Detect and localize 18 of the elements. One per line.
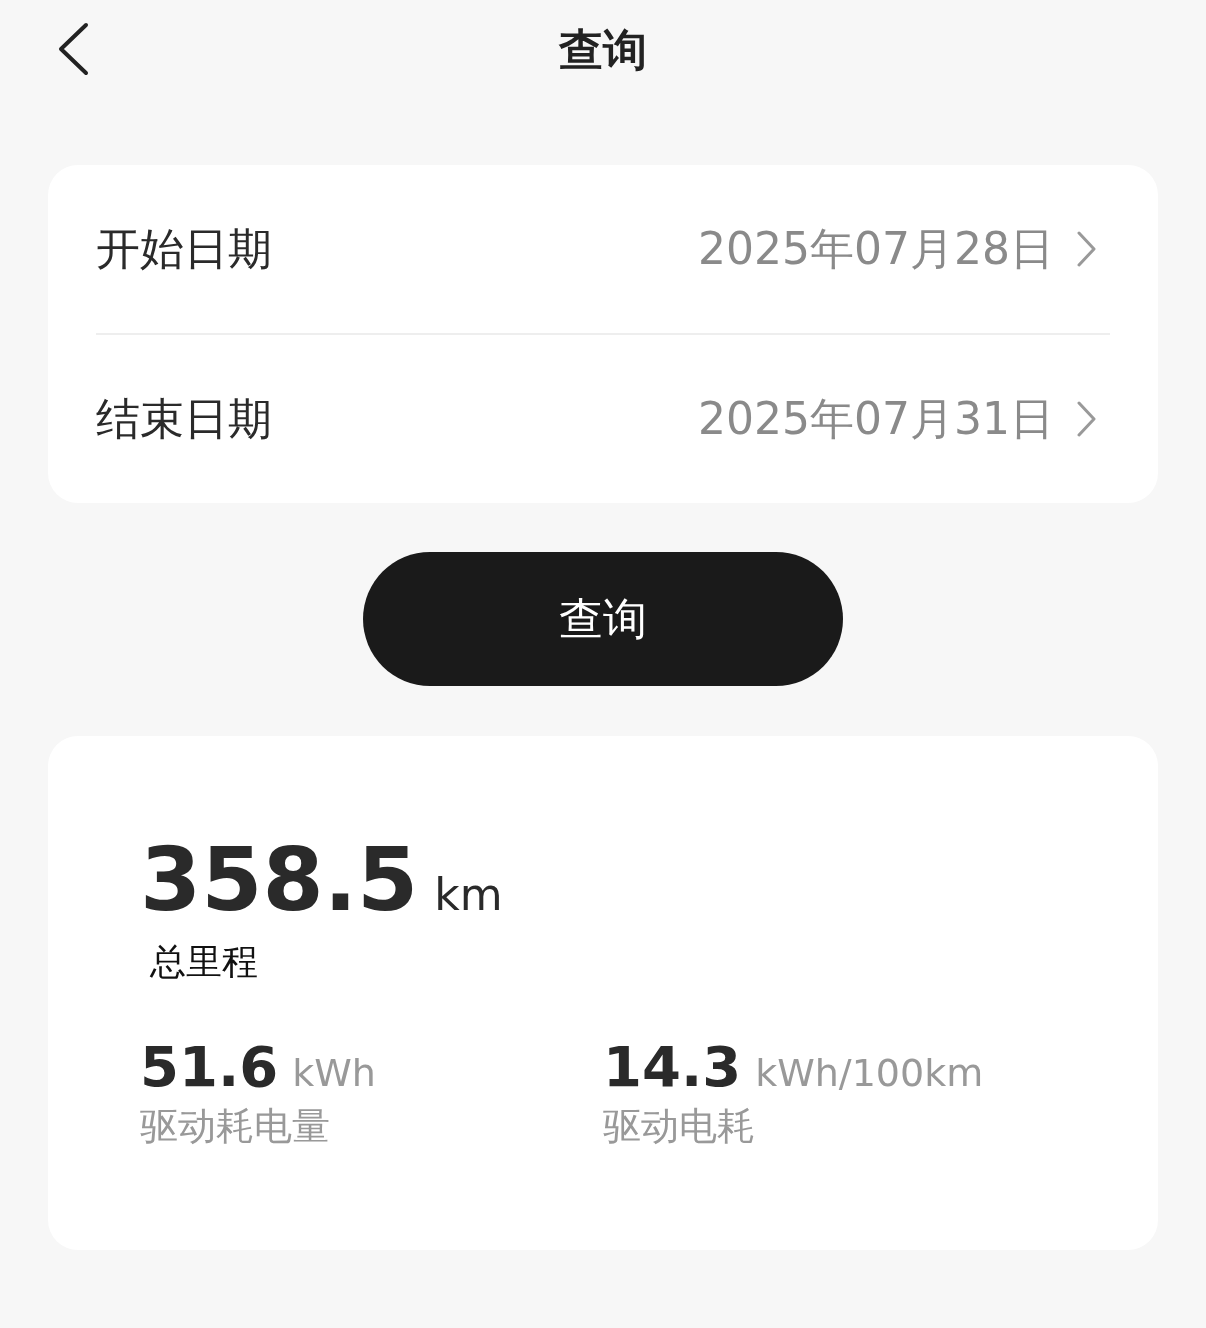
stat-unit: kWh/100km (755, 1051, 984, 1095)
date-picker-row[interactable]: 2025年07月31日 (698, 389, 1110, 449)
chevron-right-icon (1076, 401, 1096, 437)
chevron-right-icon (1076, 231, 1096, 267)
stat-value: 14.3 (603, 1039, 742, 1095)
total-mileage-label: 总里程 (150, 940, 259, 984)
total-mileage-unit: km (434, 869, 503, 920)
date-label: 结束日期 (96, 391, 272, 446)
back-icon[interactable] (56, 22, 90, 76)
total-mileage-value: 358.5 (140, 836, 419, 924)
page-title: 查询 (559, 22, 647, 77)
stat-value: 51.6 (140, 1039, 279, 1095)
stat-label: 驱动电耗 (603, 1103, 756, 1150)
stat-label: 驱动耗电量 (140, 1103, 331, 1150)
date-picker-row[interactable]: 2025年07月28日 (698, 219, 1110, 279)
date-label: 开始日期 (96, 221, 272, 276)
query-button[interactable]: 查询 (363, 552, 843, 686)
stat-unit: kWh (292, 1051, 376, 1095)
